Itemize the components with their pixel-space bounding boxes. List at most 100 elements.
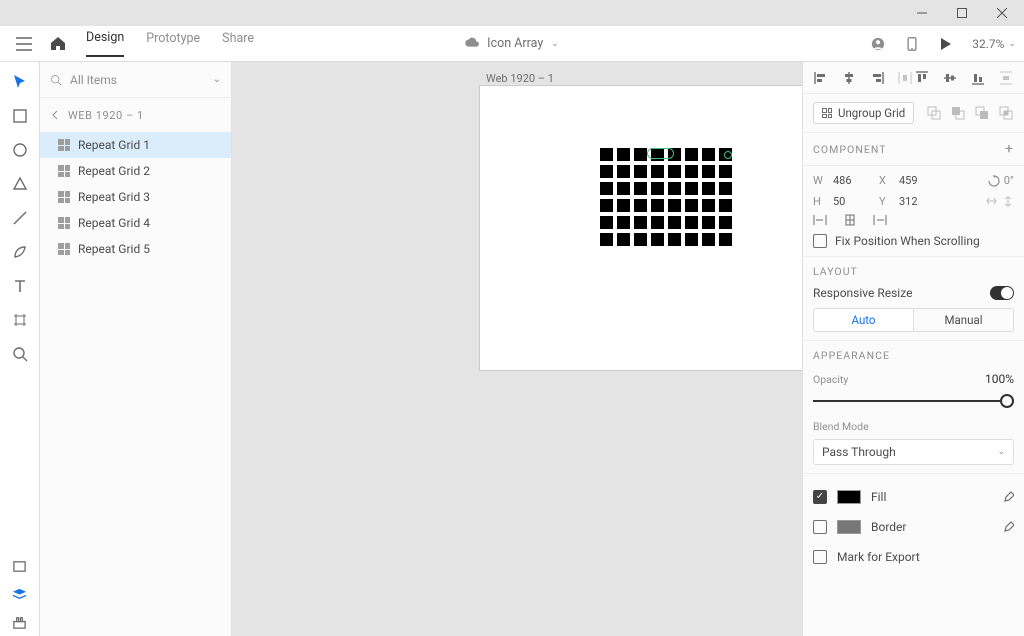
repeat-grid-icon — [58, 165, 70, 177]
profile-button[interactable] — [870, 36, 886, 52]
distribute-h-button[interactable] — [897, 70, 913, 86]
constrain-left-icon[interactable] — [813, 214, 827, 226]
artboard-label[interactable]: Web 1920 – 1 — [486, 72, 554, 85]
window-titlebar — [0, 0, 1024, 26]
close-button[interactable] — [982, 1, 1022, 25]
rotation-input[interactable]: 0° — [988, 174, 1014, 187]
play-button[interactable] — [938, 36, 954, 52]
document-title[interactable]: Icon Array ⌄ — [465, 35, 559, 53]
select-tool[interactable] — [6, 68, 34, 96]
align-vcenter-button[interactable] — [942, 70, 958, 86]
tab-share[interactable]: Share — [222, 31, 254, 56]
resize-mode-segment[interactable]: Auto Manual — [813, 308, 1014, 332]
fix-position-label: Fix Position When Scrolling — [835, 234, 980, 248]
zoom-dropdown[interactable]: 32.7%⌄ — [972, 37, 1016, 51]
chevron-down-icon: ⌄ — [997, 447, 1005, 457]
layout-heading: Layout — [813, 265, 858, 278]
home-button[interactable] — [42, 36, 74, 51]
eyedropper-icon[interactable] — [1001, 491, 1014, 504]
repeat-grid-icon — [58, 139, 70, 151]
minimize-button[interactable] — [902, 1, 942, 25]
canvas[interactable]: Web 1920 – 1 — [232, 62, 802, 636]
chevron-down-icon: ⌄ — [213, 74, 221, 85]
align-hcenter-button[interactable] — [841, 70, 857, 86]
flip-v-icon[interactable] — [1003, 196, 1014, 207]
menu-button[interactable] — [8, 37, 40, 51]
repeat-grid-icon — [58, 243, 70, 255]
repeat-grid-object[interactable] — [600, 148, 732, 246]
component-heading: Component — [813, 143, 887, 156]
line-tool[interactable] — [6, 204, 34, 232]
artboard-breadcrumb[interactable]: WEB 1920 – 1 — [40, 98, 231, 132]
align-left-button[interactable] — [813, 70, 829, 86]
layer-item[interactable]: Repeat Grid 5 — [40, 236, 231, 262]
app-topbar: Design Prototype Share Icon Array ⌄ 32.7… — [0, 26, 1024, 62]
boolean-subtract-button[interactable] — [950, 105, 966, 121]
zoom-tool[interactable] — [6, 340, 34, 368]
responsive-resize-label: Responsive Resize — [813, 286, 912, 300]
artboard-tool[interactable] — [6, 306, 34, 334]
pen-tool[interactable] — [6, 238, 34, 266]
opacity-value: 100% — [985, 372, 1014, 386]
border-label: Border — [871, 520, 906, 534]
align-top-button[interactable] — [914, 70, 930, 86]
layer-item[interactable]: Repeat Grid 4 — [40, 210, 231, 236]
layers-search[interactable]: All Items ⌄ — [40, 62, 231, 98]
tab-design[interactable]: Design — [86, 30, 124, 57]
constrain-center-icon[interactable] — [843, 214, 857, 226]
chevron-left-icon — [50, 110, 60, 120]
tab-prototype[interactable]: Prototype — [146, 31, 200, 56]
border-checkbox[interactable] — [813, 520, 827, 534]
distribute-v-button[interactable] — [998, 70, 1014, 86]
text-tool[interactable] — [6, 272, 34, 300]
chevron-down-icon: ⌄ — [551, 39, 559, 49]
layer-item[interactable]: Repeat Grid 2 — [40, 158, 231, 184]
chevron-down-icon: ⌄ — [1008, 39, 1016, 49]
mode-tabs: Design Prototype Share — [86, 30, 254, 57]
plugins-button[interactable] — [6, 608, 34, 636]
resize-manual-option[interactable]: Manual — [913, 309, 1013, 331]
repeat-grid-handle[interactable] — [724, 151, 732, 159]
ungroup-grid-button[interactable]: Ungroup Grid — [813, 102, 914, 124]
ellipse-tool[interactable] — [6, 136, 34, 164]
assets-button[interactable] — [6, 552, 34, 580]
alignment-row — [803, 62, 1024, 94]
border-swatch[interactable] — [837, 520, 861, 534]
width-input[interactable]: 486 — [833, 174, 873, 187]
align-bottom-button[interactable] — [970, 70, 986, 86]
rectangle-tool[interactable] — [6, 102, 34, 130]
tool-rail — [0, 62, 40, 636]
height-input[interactable]: 50 — [833, 195, 873, 208]
layer-item[interactable]: Repeat Grid 1 — [40, 132, 231, 158]
fill-checkbox[interactable] — [813, 490, 827, 504]
boolean-exclude-button[interactable] — [998, 105, 1014, 121]
export-checkbox[interactable] — [813, 550, 827, 564]
boolean-union-button[interactable] — [926, 105, 942, 121]
resize-auto-option[interactable]: Auto — [814, 309, 913, 331]
search-placeholder: All Items — [70, 73, 117, 87]
cloud-icon — [465, 35, 479, 53]
add-component-button[interactable]: + — [1005, 141, 1014, 157]
flip-h-icon[interactable] — [986, 196, 997, 207]
appearance-heading: Appearance — [813, 349, 890, 362]
y-input[interactable]: 312 — [899, 195, 939, 208]
grid-icon — [822, 108, 832, 118]
fix-position-checkbox[interactable] — [813, 234, 827, 248]
artboard[interactable] — [480, 86, 802, 370]
layers-panel: All Items ⌄ WEB 1920 – 1 Repeat Grid 1 R… — [40, 62, 232, 636]
layer-item[interactable]: Repeat Grid 3 — [40, 184, 231, 210]
blend-mode-select[interactable]: Pass Through ⌄ — [813, 439, 1014, 465]
boolean-intersect-button[interactable] — [974, 105, 990, 121]
fill-swatch[interactable] — [837, 490, 861, 504]
layers-button[interactable] — [6, 580, 34, 608]
polygon-tool[interactable] — [6, 170, 34, 198]
device-preview-button[interactable] — [904, 36, 920, 52]
eyedropper-icon[interactable] — [1001, 521, 1014, 534]
align-right-button[interactable] — [869, 70, 885, 86]
constrain-right-icon[interactable] — [873, 214, 887, 226]
document-name: Icon Array — [487, 36, 543, 51]
opacity-slider[interactable] — [813, 394, 1014, 408]
maximize-button[interactable] — [942, 1, 982, 25]
x-input[interactable]: 459 — [899, 174, 939, 187]
responsive-resize-toggle[interactable] — [990, 286, 1014, 300]
